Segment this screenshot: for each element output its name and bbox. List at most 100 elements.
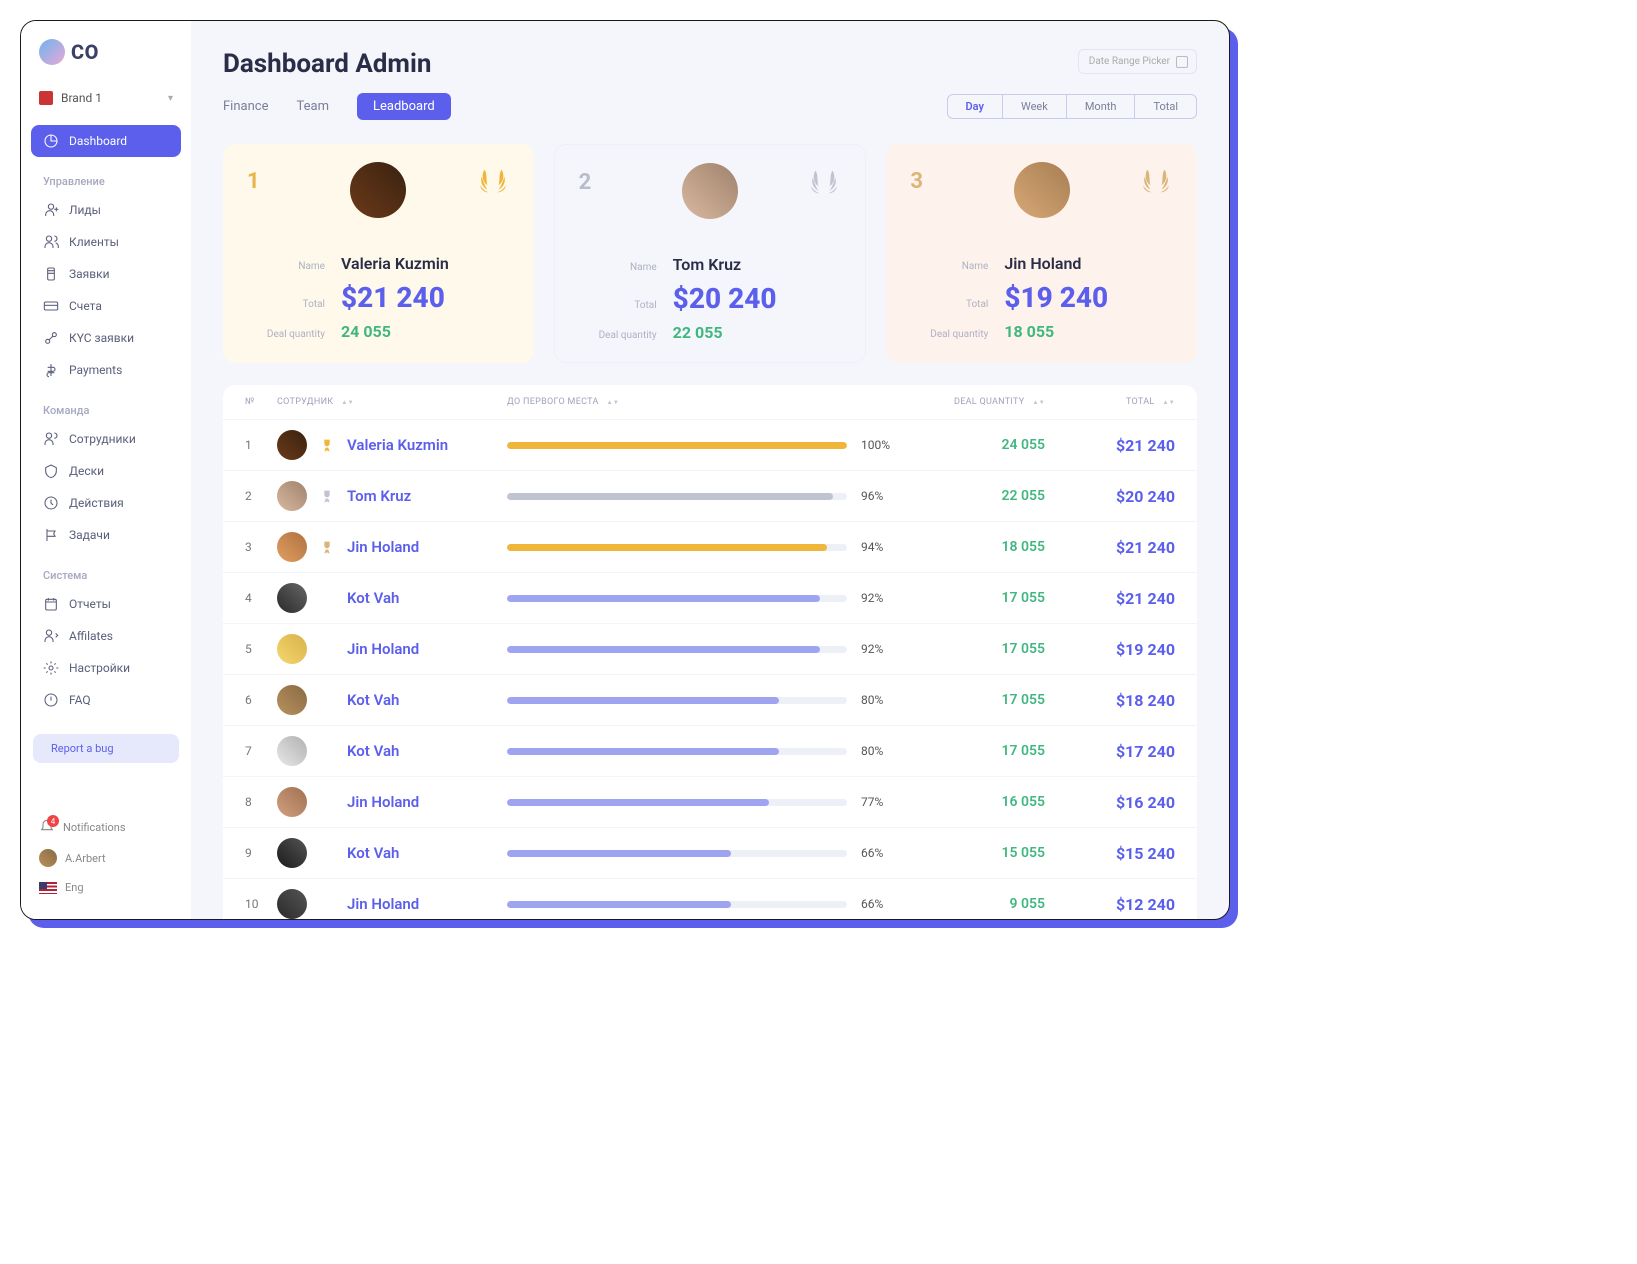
row-deal: 9 055 bbox=[925, 896, 1045, 912]
brand-select[interactable]: Brand 1 ▾ bbox=[21, 83, 191, 121]
nav-item[interactable]: Сотрудники bbox=[31, 423, 181, 455]
row-deal: 16 055 bbox=[925, 794, 1045, 810]
nav-item[interactable]: FAQ bbox=[31, 684, 181, 716]
col-employee[interactable]: СОТРУДНИК ▲▼ bbox=[277, 397, 507, 407]
dashboard-icon bbox=[43, 133, 59, 149]
logo-mark-icon bbox=[39, 39, 65, 65]
sort-icon: ▲▼ bbox=[607, 400, 619, 405]
report-bug-button[interactable]: Report a bug bbox=[33, 734, 179, 763]
tab-leadboard[interactable]: Leadboard bbox=[357, 93, 451, 120]
progress-pct: 96% bbox=[861, 489, 901, 503]
row-rank: 9 bbox=[245, 846, 277, 860]
nav-item[interactable]: Клиенты bbox=[31, 226, 181, 258]
row-name[interactable]: Tom Kruz bbox=[347, 487, 411, 505]
avatar bbox=[277, 787, 307, 817]
col-deal[interactable]: DEAL QUANTITY ▲▼ bbox=[925, 397, 1045, 407]
nav-item[interactable]: Отчеты bbox=[31, 588, 181, 620]
date-range-picker[interactable]: Date Range Picker bbox=[1078, 49, 1197, 74]
sidebar-bottom: 4 Notifications A.Arbert Eng bbox=[21, 812, 191, 901]
nav-item[interactable]: Настройки bbox=[31, 652, 181, 684]
row-total: $21 240 bbox=[1045, 589, 1175, 608]
nav-icon bbox=[43, 202, 59, 218]
progress-pct: 92% bbox=[861, 642, 901, 656]
nav-icon bbox=[43, 362, 59, 378]
card-deal: 18 055 bbox=[1004, 322, 1054, 341]
nav-item[interactable]: Задачи bbox=[31, 519, 181, 551]
nav-icon bbox=[43, 628, 59, 644]
nav-item[interactable]: Дески bbox=[31, 455, 181, 487]
row-rank: 10 bbox=[245, 897, 277, 911]
top-card-1: 1NameValeria KuzminTotal$21 240Deal quan… bbox=[223, 144, 534, 363]
nav-item[interactable]: Действия bbox=[31, 487, 181, 519]
avatar bbox=[277, 838, 307, 868]
user-profile-button[interactable]: A.Arbert bbox=[33, 842, 179, 874]
range-month[interactable]: Month bbox=[1067, 95, 1136, 118]
row-rank: 4 bbox=[245, 591, 277, 605]
row-rank: 1 bbox=[245, 438, 277, 452]
range-week[interactable]: Week bbox=[1003, 95, 1067, 118]
progress-pct: 77% bbox=[861, 795, 901, 809]
row-total: $18 240 bbox=[1045, 691, 1175, 710]
language-select[interactable]: Eng bbox=[33, 874, 179, 901]
row-name[interactable]: Jin Holand bbox=[347, 793, 419, 811]
nav-item[interactable]: Лиды bbox=[31, 194, 181, 226]
tab-team[interactable]: Team bbox=[296, 93, 329, 120]
tabs: Finance Team Leadboard bbox=[223, 93, 451, 120]
table-row: 5Jin Holand92%17 055$19 240 bbox=[223, 623, 1197, 674]
range-total[interactable]: Total bbox=[1135, 95, 1196, 118]
col-progress[interactable]: ДО ПЕРВОГО МЕСТА ▲▼ bbox=[507, 397, 925, 407]
table-row: 4Kot Vah92%17 055$21 240 bbox=[223, 572, 1197, 623]
nav-icon bbox=[43, 660, 59, 676]
progress-pct: 100% bbox=[861, 438, 901, 452]
row-name[interactable]: Valeria Kuzmin bbox=[347, 436, 448, 454]
nav-item[interactable]: Заявки bbox=[31, 258, 181, 290]
flag-icon bbox=[39, 882, 57, 894]
row-name[interactable]: Kot Vah bbox=[347, 844, 399, 862]
col-total[interactable]: TOTAL ▲▼ bbox=[1045, 397, 1175, 407]
row-deal: 24 055 bbox=[925, 437, 1045, 453]
row-name[interactable]: Kot Vah bbox=[347, 589, 399, 607]
nav-item[interactable]: Affilates bbox=[31, 620, 181, 652]
logo-text: CO bbox=[71, 40, 99, 64]
progress-pct: 94% bbox=[861, 540, 901, 554]
col-rank: № bbox=[245, 397, 277, 407]
row-rank: 2 bbox=[245, 489, 277, 503]
row-name[interactable]: Jin Holand bbox=[347, 640, 419, 658]
nav-icon bbox=[43, 234, 59, 250]
row-deal: 22 055 bbox=[925, 488, 1045, 504]
progress-bar bbox=[507, 595, 847, 602]
avatar bbox=[350, 162, 406, 218]
row-name[interactable]: Jin Holand bbox=[347, 538, 419, 556]
main-content: Dashboard Admin Date Range Picker Financ… bbox=[191, 21, 1229, 919]
tab-finance[interactable]: Finance bbox=[223, 93, 268, 120]
row-total: $16 240 bbox=[1045, 793, 1175, 812]
row-name[interactable]: Kot Vah bbox=[347, 691, 399, 709]
table-row: 7Kot Vah80%17 055$17 240 bbox=[223, 725, 1197, 776]
rank-number: 2 bbox=[579, 170, 592, 195]
card-name: Jin Holand bbox=[1004, 254, 1081, 273]
progress-bar bbox=[507, 748, 847, 755]
notifications-button[interactable]: 4 Notifications bbox=[33, 812, 179, 842]
sidebar: CO Brand 1 ▾ Dashboard УправлениеЛидыКли… bbox=[21, 21, 191, 919]
row-deal: 18 055 bbox=[925, 539, 1045, 555]
table-row: 1Valeria Kuzmin100%24 055$21 240 bbox=[223, 419, 1197, 470]
progress-pct: 92% bbox=[861, 591, 901, 605]
table-row: 6Kot Vah80%17 055$18 240 bbox=[223, 674, 1197, 725]
progress-pct: 80% bbox=[861, 693, 901, 707]
row-name[interactable]: Kot Vah bbox=[347, 742, 399, 760]
table-row: 2Tom Kruz96%22 055$20 240 bbox=[223, 470, 1197, 521]
laurel-icon bbox=[807, 165, 841, 199]
nav-heading: Управление bbox=[31, 165, 181, 194]
range-day[interactable]: Day bbox=[948, 95, 1003, 118]
notif-badge: 4 bbox=[47, 815, 59, 827]
nav-item[interactable]: КYC заявки bbox=[31, 322, 181, 354]
nav-item[interactable]: Payments bbox=[31, 354, 181, 386]
nav-heading: Команда bbox=[31, 394, 181, 423]
nav-icon bbox=[43, 596, 59, 612]
table-header: № СОТРУДНИК ▲▼ ДО ПЕРВОГО МЕСТА ▲▼ DEAL … bbox=[223, 385, 1197, 419]
row-name[interactable]: Jin Holand bbox=[347, 895, 419, 913]
nav-icon bbox=[43, 431, 59, 447]
nav-dashboard[interactable]: Dashboard bbox=[31, 125, 181, 157]
nav-item[interactable]: Счета bbox=[31, 290, 181, 322]
laurel-icon bbox=[1139, 164, 1173, 198]
